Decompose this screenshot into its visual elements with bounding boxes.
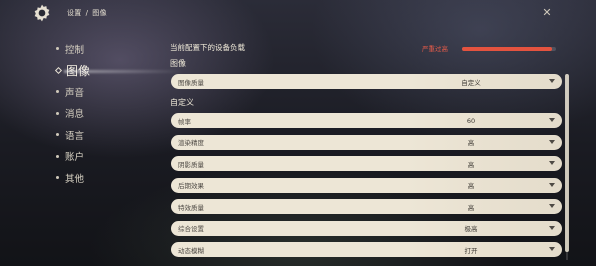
bullet-icon [56, 154, 59, 158]
bullet-icon [56, 176, 59, 180]
setting-label: 图像质量 [178, 78, 204, 87]
setting-label: 特效质量 [178, 203, 204, 212]
setting-value: 高 [467, 182, 475, 190]
bullet-icon [56, 133, 59, 137]
device-load-fill [462, 47, 553, 51]
shadow-quality-dropdown[interactable]: 阴影质量 高 [171, 156, 562, 171]
setting-label: 动态模糊 [178, 246, 204, 255]
setting-value: 自定义 [461, 78, 481, 87]
sidebar-item-label: 其他 [65, 173, 85, 185]
sidebar-item-other[interactable]: 其他 [56, 167, 146, 189]
setting-label: 综合设置 [178, 225, 204, 233]
chevron-down-icon [549, 247, 555, 251]
overall-settings-dropdown[interactable]: 综合设置 极高 [171, 220, 562, 236]
setting-value: 打开 [464, 246, 478, 255]
sidebar-item-label: 语言 [65, 130, 85, 142]
chevron-down-icon [549, 118, 555, 122]
sidebar-item-controls[interactable]: 控制 [56, 38, 146, 60]
device-load-row: 当前配置下的设备负载 严重过高 [168, 42, 566, 56]
bullet-icon [56, 111, 59, 115]
chevron-down-icon [549, 139, 555, 144]
motion-blur-dropdown[interactable]: 动态模糊 打开 [171, 242, 562, 257]
sidebar-item-label: 消息 [65, 109, 85, 121]
device-load-title: 当前配置下的设备负载 [170, 43, 245, 52]
setting-label: 后期效果 [178, 182, 204, 190]
sidebar-item-audio[interactable]: 声音 [56, 81, 146, 103]
sidebar-item-language[interactable]: 语言 [56, 124, 146, 146]
scrollbar-thumb[interactable] [565, 74, 569, 252]
bullet-icon [56, 90, 59, 94]
top-bar: 设置 / 图像 ✕ [0, 0, 596, 26]
effects-quality-dropdown[interactable]: 特效质量 高 [171, 199, 562, 214]
bullet-icon [56, 47, 59, 51]
frame-rate-dropdown[interactable]: 帧率 60 [171, 113, 562, 128]
sidebar-item-label: 账户 [65, 152, 85, 164]
setting-value: 极高 [464, 225, 478, 233]
breadcrumb: 设置 / 图像 [65, 8, 109, 18]
graphics-quality-dropdown[interactable]: 图像质量 自定义 [171, 74, 562, 89]
setting-label: 渲染精度 [178, 139, 204, 147]
chevron-down-icon [549, 225, 555, 230]
setting-value: 60 [466, 116, 476, 125]
section-title-custom: 自定义 [170, 98, 194, 107]
setting-label: 帧率 [178, 117, 191, 126]
setting-value: 高 [467, 160, 475, 169]
chevron-down-icon [549, 204, 555, 208]
sidebar-item-account[interactable]: 账户 [56, 146, 146, 168]
breadcrumb-separator: / [85, 9, 89, 17]
breadcrumb-current: 图像 [92, 9, 107, 17]
setting-value: 高 [467, 203, 475, 212]
gear-icon [34, 4, 50, 22]
section-title-graphics: 图像 [170, 59, 186, 68]
sidebar-item-messages[interactable]: 消息 [56, 103, 146, 125]
post-processing-dropdown[interactable]: 后期效果 高 [171, 177, 562, 193]
sidebar-item-label: 控制 [65, 44, 85, 56]
setting-value: 高 [467, 139, 475, 147]
render-resolution-dropdown[interactable]: 渲染精度 高 [171, 134, 562, 150]
device-load-bar [462, 47, 556, 51]
close-icon[interactable]: ✕ [540, 6, 554, 20]
chevron-down-icon [549, 161, 555, 165]
breadcrumb-settings[interactable]: 设置 [67, 9, 82, 17]
chevron-down-icon [549, 79, 555, 83]
sidebar-item-graphics[interactable]: 图像 [54, 60, 184, 82]
sidebar-nav: 控制 图像 声音 消息 语言 账户 其他 [54, 38, 184, 189]
diamond-icon [54, 66, 63, 74]
chevron-down-icon [549, 182, 555, 187]
sidebar-item-label: 声音 [65, 87, 85, 99]
active-highlight [64, 69, 184, 73]
setting-label: 阴影质量 [178, 160, 204, 169]
device-load-warning: 严重过高 [422, 45, 448, 53]
